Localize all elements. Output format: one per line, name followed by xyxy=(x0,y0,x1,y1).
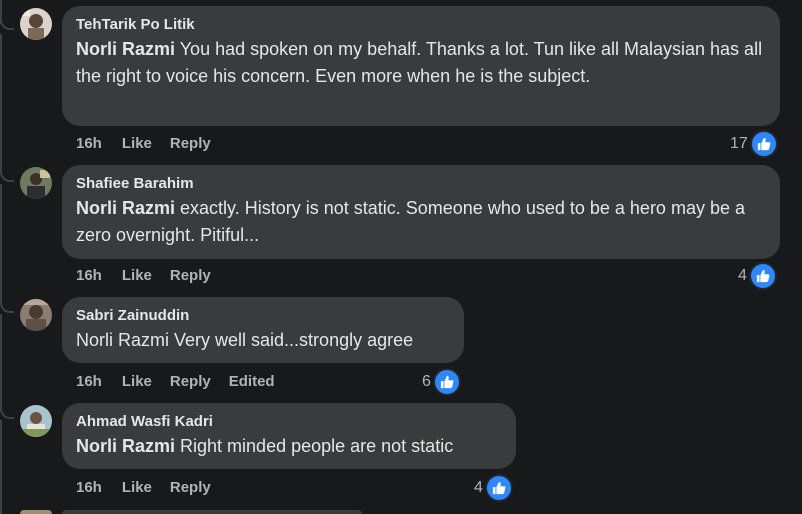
comment-timestamp[interactable]: 16h xyxy=(76,267,102,284)
thumbs-up-icon xyxy=(484,474,513,502)
reply-button[interactable]: Reply xyxy=(170,135,211,152)
edited-label[interactable]: Edited xyxy=(229,373,275,390)
comment-actions: 16h Like Reply Edited xyxy=(76,373,293,390)
like-button[interactable]: Like xyxy=(122,373,152,390)
reaction-summary[interactable]: 4 xyxy=(474,474,513,502)
reaction-summary[interactable]: 17 xyxy=(730,130,778,158)
reaction-count: 4 xyxy=(474,479,483,496)
comment-timestamp[interactable]: 16h xyxy=(76,135,102,152)
comment-body: exactly. History is not static. Someone … xyxy=(76,198,745,245)
thread-connector xyxy=(0,168,14,182)
comment-text: Norli Razmi Right minded people are not … xyxy=(76,433,502,460)
comment-author[interactable]: Shafiee Barahim xyxy=(76,173,766,195)
mention-tag[interactable]: Norli Razmi xyxy=(76,198,175,218)
thread-line xyxy=(0,184,2,304)
comment-bubble: Sabri Zainuddin Norli Razmi Very well sa… xyxy=(62,297,464,363)
mention-tag[interactable]: Norli Razmi xyxy=(76,436,175,456)
comment-actions: 16h Like Reply xyxy=(76,479,229,496)
avatar[interactable] xyxy=(20,405,52,437)
comment-body: You had spoken on my behalf. Thanks a lo… xyxy=(76,39,763,86)
like-button[interactable]: Like xyxy=(122,267,152,284)
reply-button[interactable]: Reply xyxy=(170,267,211,284)
comment-bubble: Ahmad Wasfi Kadri Norli Razmi Right mind… xyxy=(62,403,516,469)
comment-body: Norli Razmi Very well said...strongly ag… xyxy=(76,330,414,350)
comment-author[interactable]: TehTarik Po Litik xyxy=(76,14,766,36)
reply-button[interactable]: Reply xyxy=(170,373,211,390)
reaction-count: 6 xyxy=(422,373,431,390)
comment-body: Right minded people are not static xyxy=(175,436,454,456)
avatar[interactable] xyxy=(20,8,52,40)
comment-text: Norli Razmi Very well said...strongly ag… xyxy=(76,327,450,354)
comment-author[interactable]: Ahmad Wasfi Kadri xyxy=(76,411,502,433)
thumbs-up-icon xyxy=(748,262,777,290)
comment-actions: 16h Like Reply xyxy=(76,135,229,152)
avatar[interactable] xyxy=(20,299,52,331)
thumbs-up-icon xyxy=(432,368,461,396)
comment-actions: 16h Like Reply xyxy=(76,267,229,284)
comment-thread: TehTarik Po Litik Norli Razmi You had sp… xyxy=(0,0,802,514)
comment-bubble: TehTarik Po Litik Norli Razmi You had sp… xyxy=(62,6,780,126)
comment-author[interactable]: Sabri Zainuddin xyxy=(76,305,450,327)
reaction-count: 17 xyxy=(730,135,748,152)
comment-bubble: Shafiee Barahim Norli Razmi exactly. His… xyxy=(62,165,780,259)
thumbs-up-icon xyxy=(749,130,778,158)
reaction-count: 4 xyxy=(738,267,747,284)
avatar[interactable] xyxy=(20,510,52,514)
reaction-summary[interactable]: 6 xyxy=(422,368,461,396)
mention-tag[interactable]: Norli Razmi xyxy=(76,39,175,59)
thread-line xyxy=(0,420,2,514)
thread-connector xyxy=(0,405,14,419)
reply-button[interactable]: Reply xyxy=(170,479,211,496)
thread-line xyxy=(0,34,2,174)
thread-line xyxy=(0,314,2,410)
like-button[interactable]: Like xyxy=(122,135,152,152)
comment-bubble xyxy=(62,510,362,514)
thread-connector xyxy=(0,16,14,30)
avatar[interactable] xyxy=(20,167,52,199)
comment-timestamp[interactable]: 16h xyxy=(76,479,102,496)
thread-connector xyxy=(0,299,14,313)
comment-timestamp[interactable]: 16h xyxy=(76,373,102,390)
comment-text: Norli Razmi You had spoken on my behalf.… xyxy=(76,36,766,90)
like-button[interactable]: Like xyxy=(122,479,152,496)
reaction-summary[interactable]: 4 xyxy=(738,262,777,290)
comment-text: Norli Razmi exactly. History is not stat… xyxy=(76,195,766,249)
